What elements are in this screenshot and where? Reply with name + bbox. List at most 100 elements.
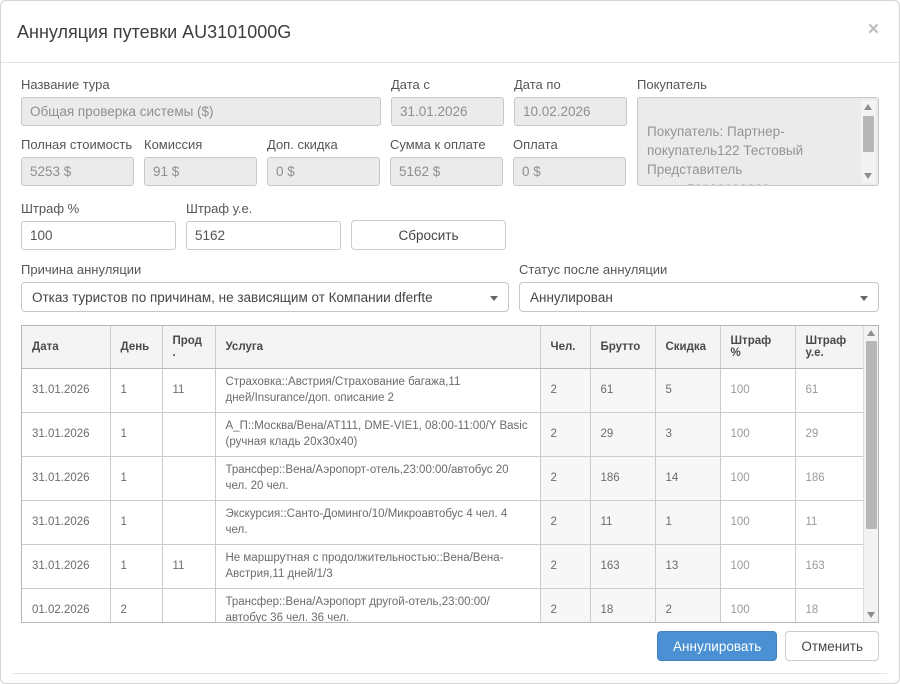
column-header-discount: Скидка xyxy=(655,326,721,369)
commission-field[interactable] xyxy=(144,157,257,186)
cell-persons: 2 xyxy=(540,544,591,590)
cell-discount: 5 xyxy=(655,368,721,414)
cell-persons: 2 xyxy=(540,588,591,622)
table-row: 31.01.2026 1 11 Страховка::Австрия/Страхова… xyxy=(22,368,866,414)
footer-divider xyxy=(13,673,887,674)
date-from-label: Дата с xyxy=(391,77,430,92)
cell-date: 31.01.2026 xyxy=(22,368,111,414)
cell-prod: 11 xyxy=(162,544,216,590)
cell-penalty-amount[interactable]: 186 xyxy=(795,456,866,502)
penalty-amount-field[interactable] xyxy=(186,221,341,250)
buyer-scrollbar-thumb[interactable] xyxy=(863,116,874,152)
cell-penalty-percent[interactable]: 100 xyxy=(720,456,796,502)
cell-discount: 13 xyxy=(655,544,721,590)
date-from-field[interactable] xyxy=(391,97,504,126)
chevron-down-icon xyxy=(490,296,498,301)
cell-date: 01.02.2026 xyxy=(22,588,111,622)
cell-penalty-amount[interactable]: 11 xyxy=(795,500,866,546)
commission-label: Комиссия xyxy=(144,137,203,152)
cell-persons: 2 xyxy=(540,412,591,458)
chevron-down-icon xyxy=(860,296,868,301)
cell-gross: 29 xyxy=(590,412,656,458)
cell-gross: 18 xyxy=(590,588,656,622)
cell-service: Не маршрутная с продолжительностью::Вена… xyxy=(215,544,541,590)
cell-persons: 2 xyxy=(540,456,591,502)
cell-date: 31.01.2026 xyxy=(22,500,111,546)
penalty-amount-label: Штраф у.е. xyxy=(186,201,253,216)
cell-day: 1 xyxy=(110,500,163,546)
cell-penalty-amount[interactable]: 163 xyxy=(795,544,866,590)
cell-discount: 2 xyxy=(655,588,721,622)
payment-field[interactable] xyxy=(513,157,626,186)
cell-penalty-percent[interactable]: 100 xyxy=(720,500,796,546)
date-to-label: Дата по xyxy=(514,77,561,92)
scroll-up-icon[interactable] xyxy=(864,104,872,110)
cell-day: 1 xyxy=(110,412,163,458)
cell-penalty-percent[interactable]: 100 xyxy=(720,412,796,458)
amount-due-field[interactable] xyxy=(390,157,503,186)
modal-title: Аннуляция путевки AU3101000G xyxy=(17,22,292,42)
table-row: 31.01.2026 1 А_П::Москва/Вена/АТ111, DME-V… xyxy=(22,412,866,458)
scroll-down-icon[interactable] xyxy=(867,612,875,618)
buyer-text: Покупатель: Партнер-покупатель122 Тестов… xyxy=(647,124,804,185)
column-header-gross: Брутто xyxy=(590,326,656,369)
modal-footer: Аннулировать Отменить xyxy=(21,631,879,661)
cell-penalty-percent[interactable]: 100 xyxy=(720,588,796,622)
tour-name-label: Название тура xyxy=(21,77,110,92)
amount-due-label: Сумма к оплате xyxy=(390,137,486,152)
cell-prod xyxy=(162,588,216,622)
annul-button[interactable]: Аннулировать xyxy=(657,631,778,661)
modal-header: Аннуляция путевки AU3101000G × xyxy=(1,1,899,63)
cell-service: Экскурсия::Санто-Доминго/10/Микроавтобус… xyxy=(215,500,541,546)
column-header-persons: Чел. xyxy=(540,326,591,369)
cell-gross: 11 xyxy=(590,500,656,546)
full-price-field[interactable] xyxy=(21,157,134,186)
status-selected-value: Аннулирован xyxy=(530,289,613,305)
table-row: 31.01.2026 1 11 Не маршрутная с продолжител… xyxy=(22,544,866,590)
table-scrollbar-thumb[interactable] xyxy=(866,341,877,529)
table-row: 01.02.2026 2 Трансфер::Вена/Аэропорт друго… xyxy=(22,588,866,622)
reason-selected-value: Отказ туристов по причинам, не зависящим… xyxy=(32,289,433,305)
column-header-date: Дата xyxy=(22,326,111,369)
tour-name-field[interactable] xyxy=(21,97,381,126)
table-row: 31.01.2026 1 Трансфер::Вена/Аэропорт-отель… xyxy=(22,456,866,502)
column-header-day: День xyxy=(110,326,163,369)
cell-service: А_П::Москва/Вена/АТ111, DME-VIE1, 08:00-… xyxy=(215,412,541,458)
buyer-label: Покупатель xyxy=(637,77,707,92)
buyer-scrollbar[interactable] xyxy=(861,100,876,183)
reason-label: Причина аннуляции xyxy=(21,262,142,277)
status-after-label: Статус после аннуляции xyxy=(519,262,668,277)
cell-penalty-percent[interactable]: 100 xyxy=(720,544,796,590)
table-scrollbar[interactable] xyxy=(863,326,878,622)
cell-service: Трансфер::Вена/Аэропорт-отель,23:00:00/а… xyxy=(215,456,541,502)
reset-button[interactable]: Сбросить xyxy=(351,220,506,250)
extra-discount-label: Доп. скидка xyxy=(267,137,338,152)
reason-select[interactable]: Отказ туристов по причинам, не зависящим… xyxy=(21,282,509,312)
penalty-percent-field[interactable] xyxy=(21,221,176,250)
status-select[interactable]: Аннулирован xyxy=(519,282,879,312)
column-header-penalty-percent: Штраф % xyxy=(720,326,796,369)
scroll-up-icon[interactable] xyxy=(867,330,875,336)
cell-gross: 163 xyxy=(590,544,656,590)
cell-day: 2 xyxy=(110,588,163,622)
table-header-row: Дата День Прод. Услуга Чел. Брутто Скидка Штраф… xyxy=(22,326,866,369)
cell-gross: 61 xyxy=(590,368,656,414)
extra-discount-field[interactable] xyxy=(267,157,380,186)
modal-body: Название тура Дата с Дата по Полная стои… xyxy=(1,63,899,674)
column-header-prod: Прод. xyxy=(162,326,216,369)
cancellation-modal: Аннуляция путевки AU3101000G × Название … xyxy=(0,0,900,684)
cell-persons: 2 xyxy=(540,500,591,546)
close-icon[interactable]: × xyxy=(868,20,879,39)
date-to-field[interactable] xyxy=(514,97,627,126)
cell-penalty-percent[interactable]: 100 xyxy=(720,368,796,414)
services-table: Дата День Прод. Услуга Чел. Брутто Скидка Штраф… xyxy=(22,326,866,622)
cell-penalty-amount[interactable]: 29 xyxy=(795,412,866,458)
cell-discount: 3 xyxy=(655,412,721,458)
cell-penalty-amount[interactable]: 18 xyxy=(795,588,866,622)
cell-discount: 1 xyxy=(655,500,721,546)
cell-penalty-amount[interactable]: 61 xyxy=(795,368,866,414)
cancel-button[interactable]: Отменить xyxy=(785,631,879,661)
scroll-down-icon[interactable] xyxy=(864,173,872,179)
buyer-field[interactable]: Покупатель: Партнер-покупатель122 Тестов… xyxy=(637,97,879,186)
cell-discount: 14 xyxy=(655,456,721,502)
